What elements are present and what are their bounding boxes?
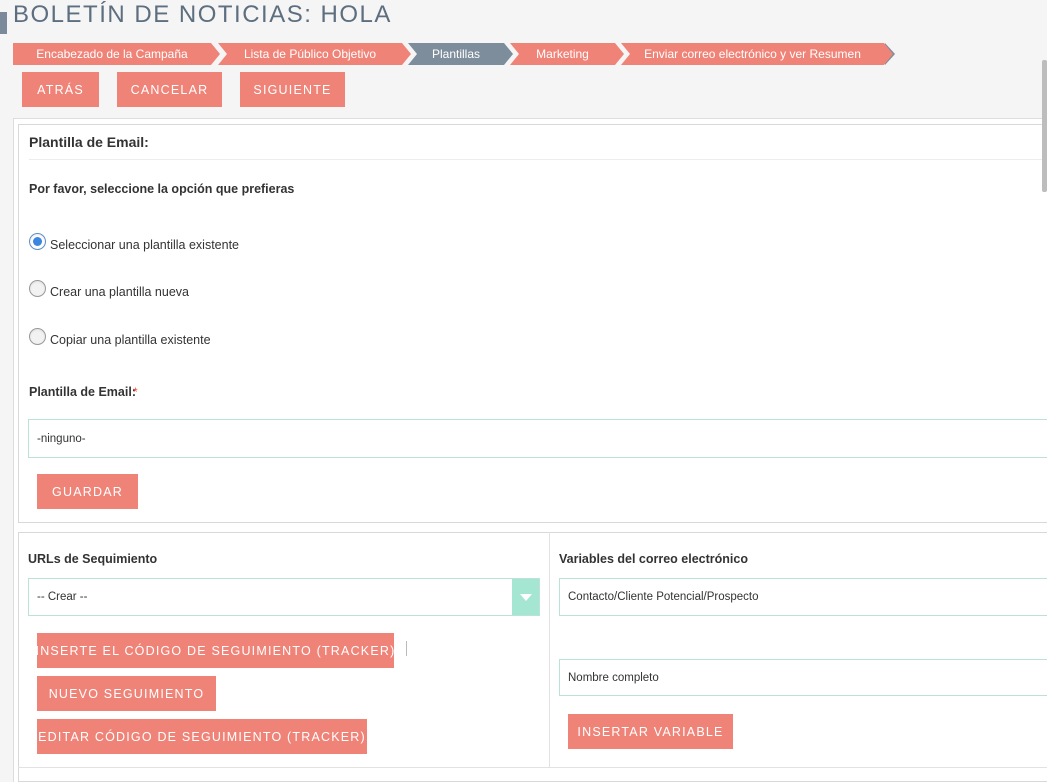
wizard-step-campaign-header[interactable]: Encabezado de la Campaña: [13, 43, 220, 65]
wizard-step-target-list[interactable]: Lista de Público Objetivo: [218, 43, 411, 65]
insert-tracker-button[interactable]: INSERTE EL CÓDIGO DE SEGUIMIENTO (TRACKE…: [36, 633, 394, 668]
radio-label: Crear una plantilla nueva: [50, 285, 189, 299]
column-divider: [549, 532, 550, 768]
email-template-field-label: Plantilla de Email:: [29, 385, 136, 399]
radio-button[interactable]: [29, 232, 46, 250]
wizard-step-label: Lista de Público Objetivo: [243, 47, 377, 61]
email-variables-title: Variables del correo electrónico: [559, 552, 748, 566]
wizard-step-label: Enviar correo electrónico y ver Resumen: [644, 47, 861, 61]
cancel-button[interactable]: CANCELAR: [117, 72, 222, 107]
required-asterisk: *: [133, 385, 138, 399]
panel-bottom-rule: [18, 767, 1047, 768]
radio-create-new-template[interactable]: Crear una plantilla nueva: [29, 278, 189, 299]
next-button[interactable]: SIGUIENTE: [240, 72, 345, 107]
new-tracker-button[interactable]: NUEVO SEGUIMIENTO: [37, 676, 216, 711]
radio-copy-existing-template[interactable]: Copiar una plantilla existente: [29, 326, 211, 347]
page-scrollbar[interactable]: [1042, 60, 1047, 192]
variable-module-select[interactable]: Contacto/Cliente Potencial/Prospecto: [559, 578, 1047, 616]
campaign-wizard-page: BOLETÍN DE NOTICIAS: HOLA Encabezado de …: [0, 0, 1047, 782]
radio-label: Copiar una plantilla existente: [50, 333, 211, 347]
tracking-urls-title: URLs de Sequimiento: [28, 552, 158, 566]
template-option-prompt: Por favor, seleccione la opción que pref…: [29, 182, 295, 196]
radio-button[interactable]: [29, 327, 46, 345]
edit-tracker-button[interactable]: EDITAR CÓDIGO DE SEGUIMIENTO (TRACKER): [37, 719, 367, 754]
email-template-panel: Plantilla de Email: Por favor, seleccion…: [18, 124, 1047, 523]
email-template-field[interactable]: -ninguno-: [28, 419, 1047, 458]
wizard-step-label: Marketing: [536, 47, 589, 61]
tracking-url-select[interactable]: -- Crear --: [28, 578, 540, 616]
wizard-step-label: Encabezado de la Campaña: [36, 47, 188, 61]
variable-field-select[interactable]: Nombre completo: [559, 659, 1047, 696]
button-separator: [406, 641, 407, 656]
wizard-step-send-summary[interactable]: Enviar correo electrónico y ver Resumen: [621, 43, 893, 65]
wizard-steps: Encabezado de la Campaña Lista de Públic…: [13, 43, 895, 65]
wizard-step-label: Plantillas: [431, 47, 481, 61]
panel-divider: [29, 159, 1047, 160]
back-button[interactable]: ATRÁS: [22, 72, 99, 107]
wizard-step-marketing[interactable]: Marketing: [510, 43, 624, 65]
page-title: BOLETÍN DE NOTICIAS: HOLA: [13, 1, 392, 28]
chevron-down-icon[interactable]: [512, 579, 539, 615]
header-accent-bar: [0, 12, 7, 34]
radio-label: Seleccionar una plantilla existente: [50, 238, 240, 252]
save-button[interactable]: GUARDAR: [37, 474, 138, 509]
radio-select-existing-template[interactable]: Seleccionar una plantilla existente: [29, 231, 240, 252]
panel-title: Plantilla de Email:: [29, 134, 149, 150]
insert-variable-button[interactable]: INSERTAR VARIABLE: [568, 714, 733, 749]
wizard-step-templates[interactable]: Plantillas: [408, 43, 513, 65]
radio-button[interactable]: [29, 279, 46, 297]
